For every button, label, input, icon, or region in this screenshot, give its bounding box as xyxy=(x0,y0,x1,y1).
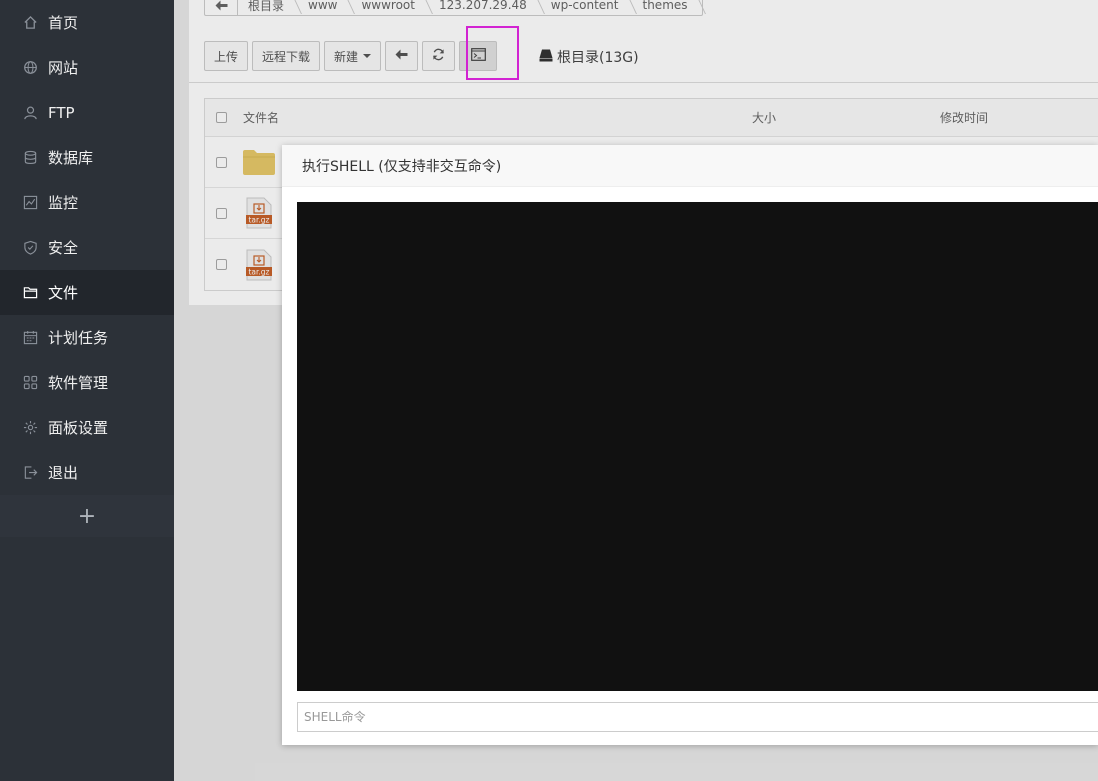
sidebar-item-label: 退出 xyxy=(48,464,79,482)
sidebar-item-settings[interactable]: 面板设置 xyxy=(0,405,174,450)
database-icon xyxy=(22,150,38,166)
sidebar-item-files[interactable]: 文件 xyxy=(0,270,174,315)
sidebar-item-software[interactable]: 软件管理 xyxy=(0,360,174,405)
monitor-icon xyxy=(22,195,38,211)
sidebar-item-cron[interactable]: 计划任务 xyxy=(0,315,174,360)
shell-dialog: 执行SHELL (仅支持非交互命令) xyxy=(282,145,1098,745)
sidebar-item-label: 网站 xyxy=(48,59,79,77)
sidebar-item-logout[interactable]: 退出 xyxy=(0,450,174,495)
sidebar-item-label: 数据库 xyxy=(48,149,94,167)
sidebar-menu: 首页 网站 FTP 数据库 监控 安全 文件 计划任务 软件管理 面板设置 退出 xyxy=(0,0,174,495)
dialog-title: 执行SHELL (仅支持非交互命令) xyxy=(282,145,1098,187)
sidebar-item-label: 安全 xyxy=(48,239,79,257)
add-menu-button[interactable]: + xyxy=(0,495,174,537)
logout-icon xyxy=(22,465,38,481)
sidebar-item-home[interactable]: 首页 xyxy=(0,0,174,45)
sidebar-item-label: 面板设置 xyxy=(48,419,109,437)
sidebar-item-label: 首页 xyxy=(48,14,79,32)
calendar-icon xyxy=(22,330,38,346)
sidebar-item-monitor[interactable]: 监控 xyxy=(0,180,174,225)
gear-icon xyxy=(22,420,38,436)
user-icon xyxy=(22,105,38,121)
sidebar-item-label: 监控 xyxy=(48,194,79,212)
sidebar-item-sites[interactable]: 网站 xyxy=(0,45,174,90)
apps-icon xyxy=(22,375,38,391)
folder-icon xyxy=(22,285,38,301)
sidebar: 首页 网站 FTP 数据库 监控 安全 文件 计划任务 软件管理 面板设置 退出… xyxy=(0,0,174,781)
sidebar-item-label: FTP xyxy=(48,103,75,122)
home-icon xyxy=(22,15,38,31)
sidebar-item-database[interactable]: 数据库 xyxy=(0,135,174,180)
shield-icon xyxy=(22,240,38,256)
sidebar-item-label: 计划任务 xyxy=(48,329,109,347)
globe-icon xyxy=(22,60,38,76)
sidebar-item-label: 文件 xyxy=(48,284,79,302)
shell-command-input[interactable] xyxy=(297,702,1098,732)
sidebar-item-label: 软件管理 xyxy=(48,374,109,392)
terminal-output xyxy=(297,202,1098,691)
sidebar-item-security[interactable]: 安全 xyxy=(0,225,174,270)
sidebar-item-ftp[interactable]: FTP xyxy=(0,90,174,135)
